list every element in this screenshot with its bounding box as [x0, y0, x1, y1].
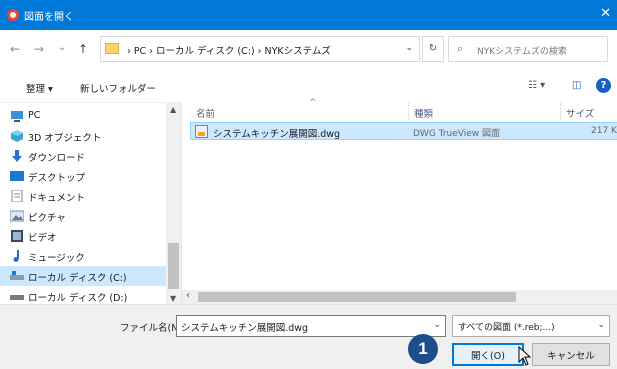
cancel-button[interactable]: キャンセル	[532, 343, 610, 366]
search-icon: ⌕	[457, 42, 464, 55]
search-input[interactable]: ⌕ NYKシステムズの検索	[448, 36, 608, 62]
window-title: 図面を開く	[24, 12, 74, 23]
refresh-icon: ↻	[428, 43, 438, 54]
filename-field[interactable]: システムキッチン展開図.dwg ⌄	[176, 315, 446, 337]
sidebar-item-drive-c[interactable]: ローカル ディスク (C:)	[0, 266, 166, 286]
pictures-icon	[10, 210, 24, 222]
history-chevron-icon[interactable]: ⌄	[58, 42, 66, 53]
up-arrow-icon[interactable]: ↑	[78, 42, 88, 56]
address-bar[interactable]: › PC › ローカル ディスク (C:) › NYKシステムズ ⌄	[100, 36, 420, 62]
new-folder-button[interactable]: 新しいフォルダー	[80, 81, 156, 95]
file-type: DWG TrueView 図面	[413, 129, 500, 139]
horizontal-scrollbar[interactable]: ‹	[182, 290, 617, 304]
dwg-file-icon	[195, 125, 208, 138]
sidebar-item-label: ピクチャ	[28, 213, 66, 224]
scroll-thumb[interactable]	[168, 243, 179, 289]
filetype-select[interactable]: すべての図面 (*.reb;...) ⌄	[452, 315, 610, 337]
column-header-type[interactable]: 種類	[414, 102, 433, 120]
document-icon	[11, 190, 23, 202]
navigation-bar: ← → ⌄ ↑ › PC › ローカル ディスク (C:) › NYKシステムズ…	[0, 30, 617, 70]
preview-pane-icon[interactable]: ◫	[572, 80, 581, 91]
open-button[interactable]: 開く(O)	[452, 343, 524, 366]
folder-icon	[105, 43, 119, 54]
file-list: 名前 ^ 種類 サイズ システムキッチン展開図.dwg DWG TrueView…	[181, 98, 617, 304]
file-name: システムキッチン展開図.dwg	[213, 129, 341, 140]
sidebar-item-3d-objects[interactable]: 3D オブジェクト	[0, 126, 166, 146]
sidebar-item-label: ローカル ディスク (D:)	[28, 293, 128, 304]
sidebar-item-pictures[interactable]: ピクチャ	[0, 206, 166, 226]
filename-value: システムキッチン展開図.dwg	[181, 323, 309, 334]
3d-objects-icon	[11, 130, 23, 142]
chevron-down-icon[interactable]: ⌄	[597, 320, 605, 330]
close-icon[interactable]: ✕	[600, 6, 611, 21]
column-divider[interactable]	[560, 102, 561, 120]
sidebar-item-videos[interactable]: ビデオ	[0, 226, 166, 246]
chevron-down-icon[interactable]: ⌄	[405, 43, 413, 53]
scroll-left-icon[interactable]: ‹	[186, 290, 190, 301]
sidebar-item-label: ローカル ディスク (C:)	[28, 273, 127, 284]
scroll-thumb[interactable]	[198, 292, 516, 302]
file-size: 217 K	[591, 126, 617, 136]
mouse-cursor-icon	[518, 346, 532, 366]
sidebar-item-label: ドキュメント	[28, 193, 86, 204]
organize-button[interactable]: 整理 ▾	[26, 81, 53, 95]
pc-icon	[11, 111, 23, 122]
search-placeholder: NYKシステムズの検索	[477, 47, 567, 57]
title-bar: 図面を開く ✕	[0, 0, 617, 30]
chevron-down-icon[interactable]: ⌄	[433, 320, 441, 330]
help-icon[interactable]: ?	[596, 78, 611, 93]
scroll-up-icon[interactable]: ▲	[170, 105, 176, 114]
app-icon	[7, 9, 19, 21]
sidebar-item-label: 3D オブジェクト	[28, 133, 102, 144]
navigation-pane: PC 3D オブジェクト ダウンロード デスクトップ ドキュメント ピクチャ ビ…	[0, 102, 181, 306]
sidebar-item-label: ビデオ	[28, 233, 57, 244]
drive-c-icon	[10, 271, 24, 280]
column-header-size[interactable]: サイズ	[566, 102, 594, 120]
music-icon	[13, 250, 19, 262]
file-row[interactable]: システムキッチン展開図.dwg DWG TrueView 図面 217 K	[190, 122, 617, 140]
breadcrumb[interactable]: › PC › ローカル ディスク (C:) › NYKシステムズ	[127, 43, 331, 57]
scroll-down-icon[interactable]: ▼	[170, 294, 176, 303]
sidebar-item-pc[interactable]: PC	[0, 106, 166, 126]
video-icon	[11, 230, 23, 242]
column-header-name[interactable]: 名前 ^	[196, 98, 396, 120]
sidebar-item-label: デスクトップ	[28, 173, 86, 184]
drive-d-icon	[10, 295, 24, 300]
column-divider[interactable]	[408, 102, 409, 120]
sidebar-item-desktop[interactable]: デスクトップ	[0, 166, 166, 186]
desktop-icon	[10, 171, 24, 181]
sidebar-scrollbar[interactable]: ▲ ▼	[166, 103, 181, 305]
download-icon	[12, 150, 22, 162]
sort-ascending-icon: ^	[309, 98, 317, 108]
filetype-value: すべての図面 (*.reb;...)	[458, 323, 555, 333]
sidebar-item-label: PC	[28, 110, 41, 121]
sidebar-item-drive-d[interactable]: ローカル ディスク (D:)	[0, 286, 166, 306]
sidebar-item-label: ダウンロード	[28, 153, 86, 164]
column-header-label: 名前	[196, 109, 216, 120]
refresh-button[interactable]: ↻	[422, 36, 444, 62]
sidebar-item-music[interactable]: ミュージック	[0, 246, 166, 266]
forward-arrow-icon[interactable]: →	[34, 42, 44, 56]
step-number-badge: 1	[408, 334, 438, 364]
sidebar-item-downloads[interactable]: ダウンロード	[0, 146, 166, 166]
sidebar-item-documents[interactable]: ドキュメント	[0, 186, 166, 206]
sidebar-item-label: ミュージック	[28, 253, 85, 264]
view-options-icon[interactable]: ☷ ▾	[528, 80, 545, 91]
back-arrow-icon[interactable]: ←	[10, 42, 20, 56]
